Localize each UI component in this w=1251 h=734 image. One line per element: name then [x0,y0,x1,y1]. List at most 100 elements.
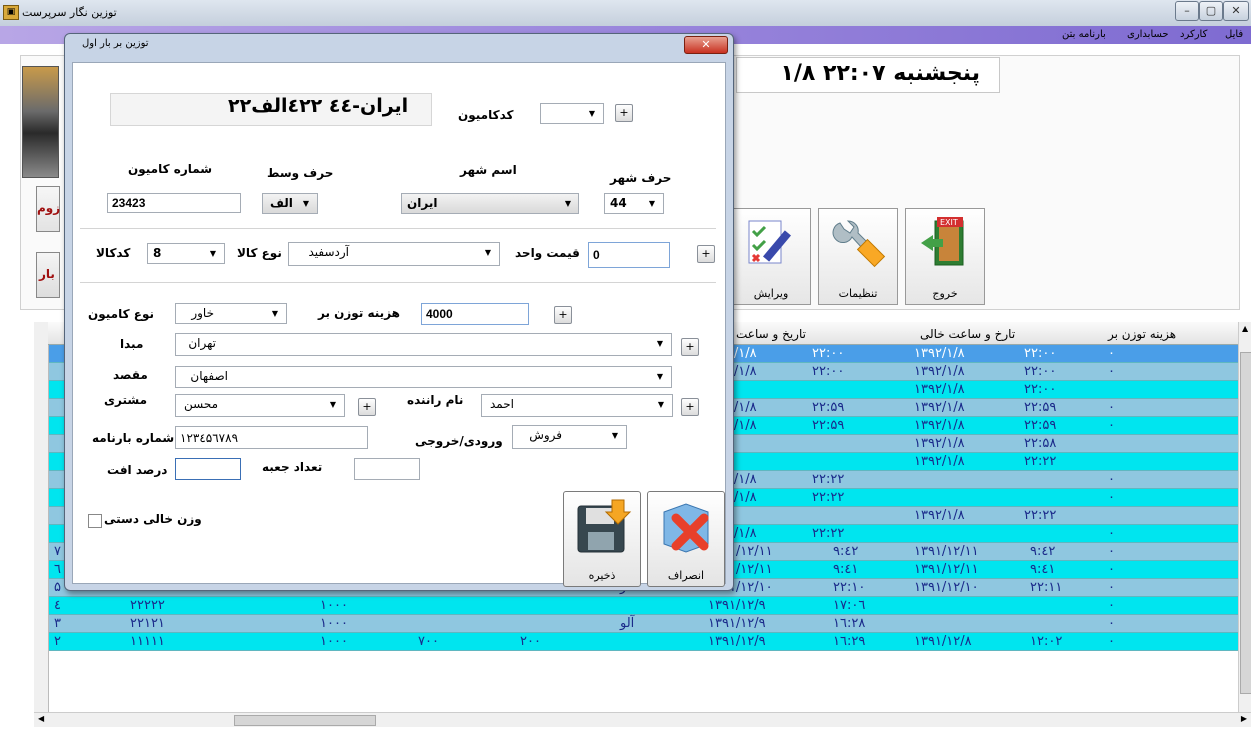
box-count-input[interactable] [354,458,420,480]
driver-value: احمد [490,397,514,411]
table-cell-id: ۷ [54,544,61,559]
separator-1 [80,228,716,229]
side-button-zoom[interactable]: زوم [36,186,60,232]
vertical-scrollbar[interactable]: ▲ [1238,322,1251,712]
settings-label: تنظیمات [838,287,878,300]
save-label: ذخیره [588,569,616,582]
menu-concrete-waybill[interactable]: بارنامه بتن [1062,29,1106,40]
truck-type-select[interactable]: خاور ▼ [175,303,287,324]
minimize-button[interactable]: – [1175,1,1199,21]
unit-price-input[interactable] [588,242,670,268]
settings-button[interactable]: تنظیمات [818,208,898,305]
save-button[interactable]: ذخیره [563,491,641,587]
customer-value: محسن [183,397,218,411]
window-title: توزین نگار سرپرست [22,6,117,19]
table-cell: ۲۲:۵۹ [812,418,845,433]
goods-type-label: نوع کالا [237,246,282,260]
table-cell: ۲۲:۲۲ [812,526,845,541]
origin-value: تهران [188,336,216,350]
fee-input[interactable] [421,303,529,325]
table-cell-t1: ۱٦:۲۸ [833,616,866,631]
add-fee-button[interactable]: + [554,306,572,324]
driver-select[interactable]: احمد ▼ [481,394,673,417]
manual-empty-weight-label: وزن خالی دستی [104,512,202,526]
goods-code-value: 8 [153,246,162,260]
manual-empty-weight-checkbox[interactable] [88,514,102,528]
menu-accounting[interactable]: حسابداری [1127,29,1169,40]
add-origin-button[interactable]: + [681,338,699,356]
wrench-icon [832,220,886,268]
waybill-input[interactable] [175,426,368,449]
table-cell-t2: ۲۲:۱۱ [1030,580,1063,595]
row-header-column [34,322,49,712]
add-driver-button[interactable]: + [681,398,699,416]
table-cell: ۰ [1108,346,1115,361]
menu-operations[interactable]: کارکرد [1180,29,1207,40]
table-cell-code: ۲۲۱۲۱ [130,616,165,631]
side-button-load-label: بار [39,267,55,281]
maximize-button[interactable]: ▢ [1199,1,1223,21]
goods-code-select[interactable]: 8 ▼ [147,243,225,264]
table-cell-c5: ۲۰۰ [520,634,541,649]
close-window-button[interactable]: ✕ [1223,1,1249,21]
table-cell: ۱۳۹۲/۱/۸ [914,454,965,469]
table-row[interactable]: ۲ ۱۱۱۱۱ ۱۰۰۰ ۷۰۰ ۲۰۰ ۱۳۹۱/۱۲/۹ ۱٦:۲۹ ۱۳۹۱/۱۲/۸ ۱… [48,633,1238,651]
table-cell-c3: ۱۰۰۰ [320,634,348,649]
loss-percent-input[interactable] [175,458,241,480]
exit-button[interactable]: EXIT خروج [905,208,985,305]
main-titlebar [0,0,1251,26]
loss-percent-label: درصد افت [107,463,168,477]
table-cell-t1: ۱۷:۰٦ [833,598,866,613]
unit-price-label: قیمت واحد [515,246,580,260]
add-goods-button[interactable]: + [697,245,715,263]
horizontal-scrollbar[interactable]: ◀ ▶ [34,712,1251,727]
inout-select[interactable]: فروش ▼ [512,425,627,449]
table-cell-t2: ۹:٤۲ [1030,544,1056,559]
scroll-left-arrow[interactable]: ◀ [38,714,44,723]
add-customer-button[interactable]: + [358,398,376,416]
hscroll-thumb[interactable] [234,715,376,726]
goods-type-select[interactable]: آردسفید ▼ [288,242,500,266]
edit-button[interactable]: ویرایش [731,208,811,305]
table-cell: ۰ [1108,526,1115,541]
table-cell: ۱۳۹۲/۱/۸ [914,436,965,451]
destination-label: مقصد [113,368,148,382]
truck-number-input[interactable] [107,193,241,213]
table-cell-d1: ۱۳۹۱/۱۲/۹ [708,634,766,649]
city-letter-label: حرف شهر [610,171,672,185]
table-cell: ۲۲:۰۰ [1024,346,1057,361]
customer-select[interactable]: محسن ▼ [175,394,345,417]
scroll-right-arrow[interactable]: ▶ [1241,714,1247,723]
scroll-thumb[interactable] [1240,352,1251,694]
menu-file[interactable]: فایل [1225,29,1243,40]
destination-value: اصفهان [190,369,228,383]
cancel-icon [663,503,709,553]
cancel-button[interactable]: انصراف [647,491,725,587]
table-cell-code: ۲۲۲۲۲ [130,598,165,613]
table-cell-fee: ۰ [1108,544,1115,559]
side-button-zoom-label: زوم [37,201,61,215]
destination-select[interactable]: اصفهان ▼ [175,366,672,388]
add-truck-button[interactable]: + [615,104,633,122]
dialog-close-button[interactable]: ✕ [684,36,728,54]
table-cell-code: ۱۱۱۱۱ [130,634,165,649]
table-row[interactable]: ۳ ۲۲۱۲۱ ۱۰۰۰ آلو ۱۳۹۱/۱۲/۹ ۱٦:۲۸ ۰ [48,615,1238,633]
col-header-empty-datetime[interactable]: تارخ و ساعت خالی [920,327,1015,341]
city-name-select[interactable]: ایران ▼ [401,193,579,214]
save-disk-icon [577,499,632,553]
scroll-up-arrow[interactable]: ▲ [1242,324,1248,333]
table-cell: ۲۲:۵۹ [812,400,845,415]
side-button-load[interactable]: بار [36,252,60,298]
col-header-fee[interactable]: هزینه توزن بر [1108,327,1176,341]
table-cell-t2: ۹:٤۱ [1030,562,1056,577]
dialog-title: توزین بر بار اول [82,38,149,49]
truck-code-select[interactable]: ▼ [540,103,604,124]
city-letter-select[interactable]: 44 ▼ [604,193,664,214]
col-header-datetime[interactable]: تاریخ و ساعت [736,327,806,341]
exit-label: خروج [932,287,958,300]
table-row[interactable]: ٤ ۲۲۲۲۲ ۱۰۰۰ ۱۳۹۱/۱۲/۹ ۱۷:۰٦ ۰ [48,597,1238,615]
middle-letter-select[interactable]: الف ▼ [262,193,318,214]
origin-select[interactable]: تهران ▼ [175,333,672,356]
table-cell-id: ٤ [54,598,61,613]
table-cell-id: ٦ [54,562,61,577]
